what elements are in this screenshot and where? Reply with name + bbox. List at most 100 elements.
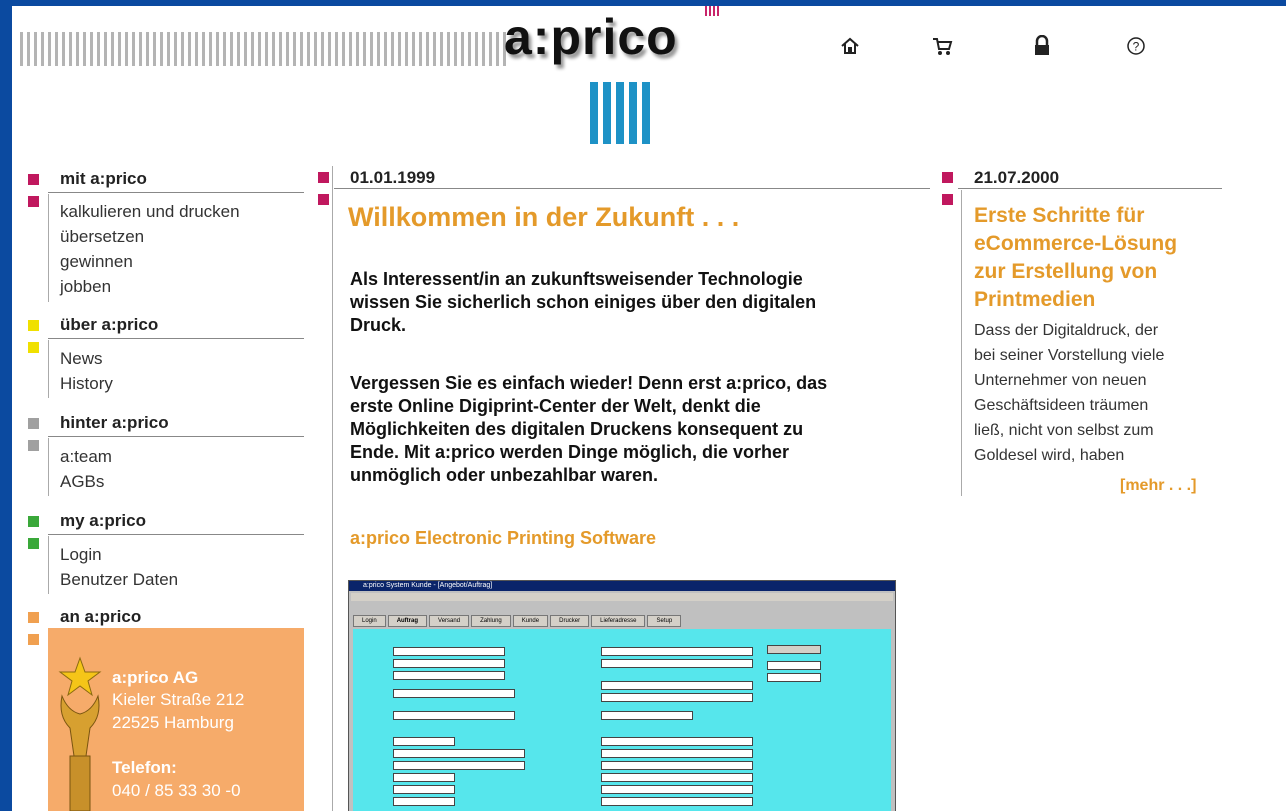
news-date: 21.07.2000 — [974, 168, 1060, 187]
text-line: Goldesel wird, haben — [974, 447, 1125, 464]
nav-item-history[interactable]: History — [60, 374, 113, 394]
screenshot-tab: Setup — [647, 615, 682, 627]
screenshot-tab: Drucker — [550, 615, 590, 627]
lock-icon[interactable] — [1030, 34, 1054, 58]
screenshot-field — [601, 785, 753, 794]
headline-line: eCommerce-Lösung — [974, 232, 1178, 255]
screenshot-tabs: Login Auftrag Versand Zahlung Kunde Druc… — [353, 615, 891, 627]
nav-item-jobben[interactable]: jobben — [60, 277, 111, 297]
headline-line: Erste Schritte für — [974, 204, 1145, 227]
header-stripes — [20, 32, 508, 66]
screenshot-tab: Versand — [429, 615, 470, 627]
nav-item-agbs[interactable]: AGBs — [60, 472, 104, 492]
screenshot-field — [601, 761, 753, 770]
contact-phone: 040 / 85 33 30 -0 — [112, 781, 241, 800]
text-line: bei seiner Vorstellung viele — [974, 347, 1165, 364]
news-headline[interactable]: Erste Schritte für eCommerce-Lösung zur … — [974, 202, 1177, 314]
nav-section-title: über a:prico — [60, 315, 159, 334]
cart-icon[interactable] — [930, 34, 954, 58]
divider — [961, 190, 962, 496]
screenshot-form — [353, 629, 891, 811]
screenshot-field — [601, 647, 753, 656]
headline-line: zur Erstellung von — [974, 260, 1158, 283]
divider — [958, 188, 1222, 189]
contact-company: a:prico AG — [112, 668, 199, 687]
logo-mark — [705, 6, 719, 16]
software-screenshot: a:prico System Kunde - [Angebot/Auftrag]… — [348, 580, 896, 811]
section-bullet — [28, 418, 39, 429]
screenshot-tab: Lieferadresse — [591, 615, 646, 627]
screenshot-titlebar: a:prico System Kunde - [Angebot/Auftrag] — [349, 581, 895, 591]
divider — [48, 534, 304, 535]
svg-text:?: ? — [1133, 40, 1140, 54]
section-bullet — [942, 172, 953, 183]
divider — [48, 536, 49, 594]
nav-item-login[interactable]: Login — [60, 545, 102, 565]
text-line: wissen Sie sicherlich schon einiges über… — [350, 292, 817, 312]
main-headline: Willkommen in der Zukunft . . . — [348, 202, 740, 232]
screenshot-field — [393, 711, 515, 720]
section-bullet — [28, 196, 39, 207]
section-bullet — [28, 538, 39, 549]
column-divider — [332, 166, 333, 811]
nav-item-gewinnen[interactable]: gewinnen — [60, 252, 133, 272]
section-bullet — [28, 440, 39, 451]
nav-item-uebersetzen[interactable]: übersetzen — [60, 227, 144, 247]
text-line: Unternehmer von neuen — [974, 372, 1147, 389]
screenshot-field — [393, 647, 505, 656]
screenshot-field — [767, 661, 821, 670]
screenshot-field — [601, 659, 753, 668]
text-line: unmöglich oder unbezahlbar waren. — [350, 465, 659, 485]
screenshot-tab: Kunde — [512, 615, 549, 627]
divider — [48, 194, 49, 302]
section-bullet — [28, 320, 39, 331]
text-line: Vergessen Sie es einfach wieder! Denn er… — [350, 373, 828, 393]
divider — [334, 188, 930, 189]
divider — [48, 340, 49, 398]
section-bullet — [318, 194, 329, 205]
screenshot-tab: Auftrag — [387, 615, 428, 627]
screenshot-field — [393, 749, 525, 758]
divider — [48, 438, 49, 496]
logo-bars — [590, 82, 654, 144]
screenshot-field — [601, 711, 693, 720]
screenshot-field — [601, 737, 753, 746]
divider — [48, 338, 304, 339]
screenshot-field — [393, 785, 455, 794]
screenshot-field — [601, 681, 753, 690]
more-link[interactable]: [mehr . . .] — [1120, 477, 1196, 495]
text-line: Als Interessent/in an zukunftsweisender … — [350, 269, 803, 289]
nav-section-title: an a:prico — [60, 607, 142, 626]
nav-item-benutzer-daten[interactable]: Benutzer Daten — [60, 570, 178, 590]
help-icon[interactable]: ? — [1124, 34, 1148, 58]
nav-section-title: my a:prico — [60, 511, 146, 530]
contact-city: 22525 Hamburg — [112, 713, 234, 732]
screenshot-field — [601, 693, 753, 702]
section-bullet — [942, 194, 953, 205]
screenshot-field — [393, 659, 505, 668]
screenshot-field — [393, 689, 515, 698]
intro-paragraph: Als Interessent/in an zukunftsweisender … — [350, 268, 816, 337]
contact-street: Kieler Straße 212 — [112, 690, 245, 709]
text-line: erste Online Digiprint-Center der Welt, … — [350, 396, 761, 416]
nav-item-team[interactable]: a:team — [60, 447, 112, 467]
nav-item-kalkulieren[interactable]: kalkulieren und drucken — [60, 202, 240, 222]
nav-section-title: mit a:prico — [60, 169, 147, 188]
news-teaser: Dass der Digitaldruck, der bei seiner Vo… — [974, 318, 1164, 468]
home-icon[interactable] — [838, 34, 862, 58]
screenshot-field — [393, 737, 455, 746]
nav-section-title: hinter a:prico — [60, 413, 169, 432]
nav-item-news[interactable]: News — [60, 349, 103, 369]
screenshot-field — [393, 671, 505, 680]
section-bullet — [28, 174, 39, 185]
section-bullet — [28, 516, 39, 527]
divider — [48, 192, 304, 193]
section-bullet — [28, 612, 39, 623]
section-bullet — [28, 342, 39, 353]
screenshot-field — [601, 749, 753, 758]
text-line: Dass der Digitaldruck, der — [974, 322, 1159, 339]
text-line: Druck. — [350, 315, 407, 335]
text-line: ließ, nicht von selbst zum — [974, 422, 1154, 439]
logo[interactable]: a:prico — [504, 8, 678, 66]
text-line: Geschäftsideen träumen — [974, 397, 1149, 414]
